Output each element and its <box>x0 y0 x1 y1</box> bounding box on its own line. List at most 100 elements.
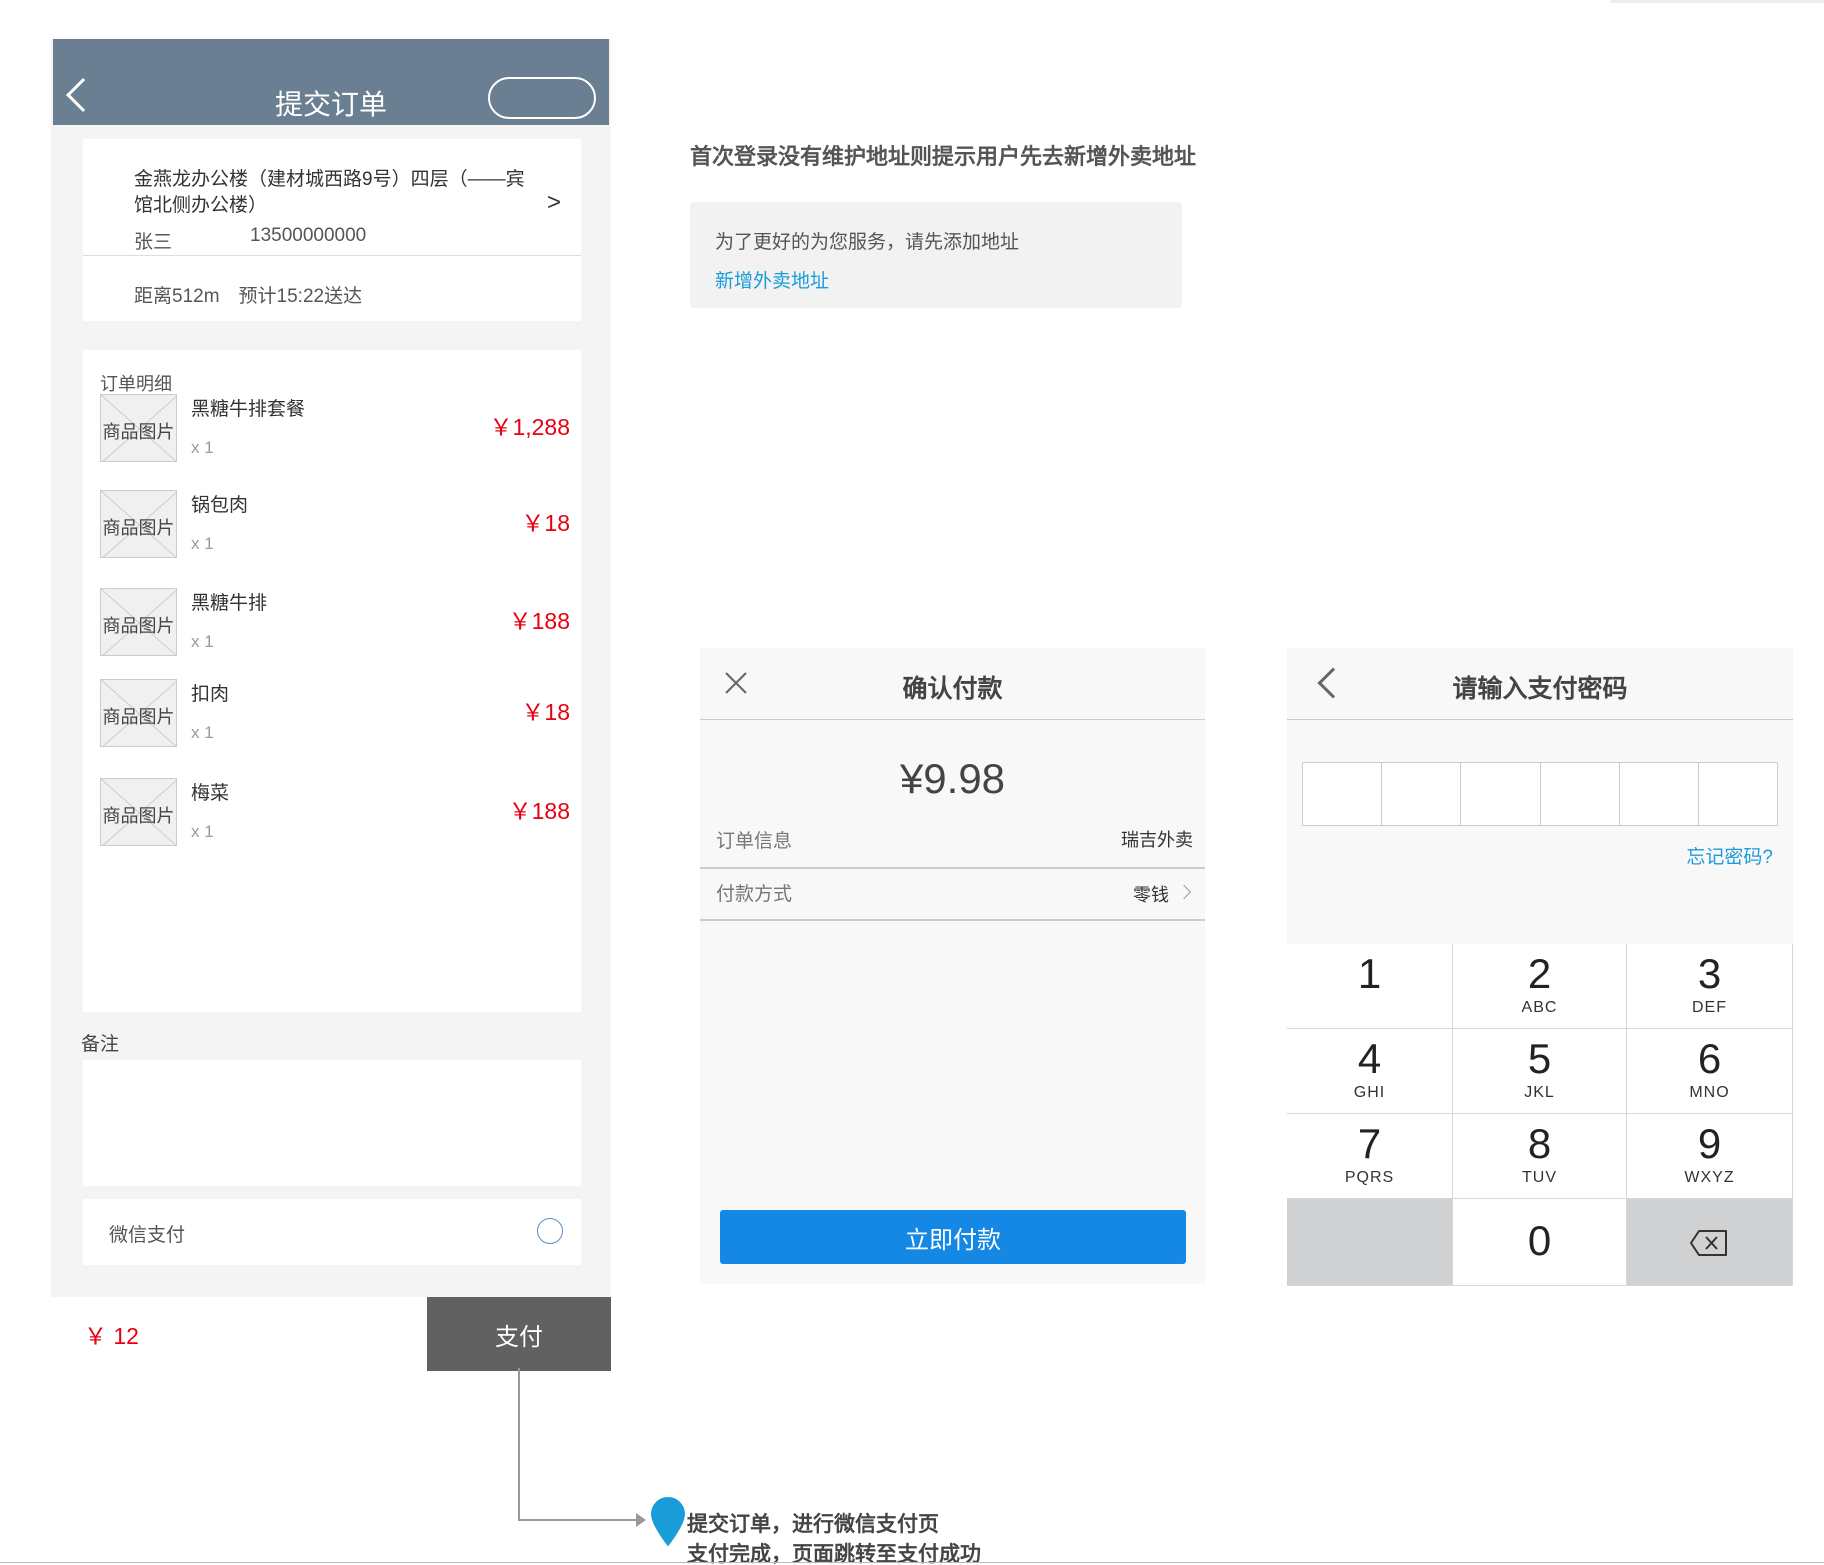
password-input[interactable] <box>1302 762 1778 826</box>
wechat-pay-option[interactable]: 微信支付 <box>83 1199 581 1265</box>
password-digit-box[interactable] <box>1382 763 1462 825</box>
password-digit-box[interactable] <box>1699 763 1777 825</box>
item-price: ￥1,288 <box>489 414 570 440</box>
divider <box>1610 0 1824 3</box>
address-text: 金燕龙办公楼（建材城西路9号）四层（——宾馆北侧办公楼） <box>134 169 525 216</box>
item-name: 梅菜 <box>191 783 230 804</box>
add-address-link[interactable]: 新增外卖地址 <box>715 266 829 293</box>
image-placeholder-label: 商品图片 <box>102 518 175 538</box>
password-digit-box[interactable] <box>1461 763 1541 825</box>
flow-note-line: 提交订单，进行微信支付页 <box>687 1513 939 1536</box>
divider <box>0 1562 1824 1563</box>
item-price: ￥188 <box>508 798 570 824</box>
key-letters: GHI <box>1353 1084 1386 1101</box>
divider <box>700 919 1205 921</box>
keypad-key-6[interactable]: 6 MNO <box>1627 1029 1793 1114</box>
recipient-name: 张三 <box>134 232 173 253</box>
numeric-keypad: 1 2 ABC 3 DEF 4 GHI 5 JKL 6 MNO 7 PQRS 8… <box>1287 944 1793 1286</box>
product-image-placeholder: 商品图片 <box>100 778 177 846</box>
divider <box>83 255 581 256</box>
product-image-placeholder: 商品图片 <box>100 490 177 558</box>
key-digit: 7 <box>1357 1120 1382 1167</box>
keypad-key-5[interactable]: 5 JKL <box>1453 1029 1627 1114</box>
keypad-key-3[interactable]: 3 DEF <box>1627 944 1793 1029</box>
key-letters: ABC <box>1521 999 1558 1016</box>
key-digit: 1 <box>1357 950 1382 997</box>
order-detail-title: 订单明细 <box>100 374 172 394</box>
item-price: ￥18 <box>521 699 570 725</box>
keypad-key-1[interactable]: 1 <box>1287 944 1453 1029</box>
payment-password-screen: 请输入支付密码 忘记密码? 1 2 ABC 3 DEF 4 GHI 5 JKL <box>1287 648 1793 1286</box>
pay-now-button[interactable]: 立即付款 <box>720 1210 1186 1264</box>
key-digit: 5 <box>1527 1035 1552 1082</box>
forgot-password-link[interactable]: 忘记密码? <box>1686 842 1773 869</box>
confirm-payment-title: 确认付款 <box>902 675 1003 703</box>
keypad-key-8[interactable]: 8 TUV <box>1453 1114 1627 1199</box>
order-info-value: 瑞吉外卖 <box>1121 830 1193 850</box>
product-image-placeholder: 商品图片 <box>100 394 177 462</box>
total-amount: ￥ 12 <box>84 1323 139 1349</box>
keypad-key-9[interactable]: 9 WXYZ <box>1627 1114 1793 1199</box>
list-item: 商品图片 锅包肉 x 1 ￥18 <box>100 490 570 560</box>
password-digit-box[interactable] <box>1541 763 1620 825</box>
key-digit: 2 <box>1527 950 1552 997</box>
image-placeholder-label: 商品图片 <box>102 806 175 826</box>
key-digit: 3 <box>1697 950 1722 997</box>
flow-note-line: 支付完成，页面跳转至支付成功 <box>687 1543 981 1565</box>
prompt-text: 为了更好的为您服务，请先添加地址 <box>715 232 1020 253</box>
password-digit-box[interactable] <box>1303 763 1383 825</box>
password-digit-box[interactable] <box>1620 763 1699 825</box>
payment-method-row[interactable]: 付款方式 零钱 <box>700 869 1205 919</box>
item-name: 扣肉 <box>191 684 230 705</box>
annotation-heading: 首次登录没有维护地址则提示用户先去新增外卖地址 <box>690 144 1197 169</box>
keypad-blank-key <box>1287 1199 1453 1286</box>
list-item: 商品图片 黑糖牛排套餐 x 1 ￥1,288 <box>100 394 570 464</box>
item-quantity: x 1 <box>191 822 214 841</box>
item-price: ￥18 <box>521 510 570 536</box>
item-name: 黑糖牛排套餐 <box>191 399 306 420</box>
key-digit: 9 <box>1697 1120 1722 1167</box>
key-digit: 4 <box>1357 1035 1382 1082</box>
add-address-prompt: 为了更好的为您服务，请先添加地址 新增外卖地址 <box>690 202 1182 308</box>
keypad-key-4[interactable]: 4 GHI <box>1287 1029 1453 1114</box>
remark-input[interactable] <box>83 1060 581 1186</box>
recipient-phone: 13500000000 <box>250 225 367 246</box>
password-header: 请输入支付密码 <box>1287 648 1793 720</box>
key-digit: 6 <box>1697 1035 1722 1082</box>
key-letters: MNO <box>1689 1084 1730 1101</box>
order-detail-card: 订单明细 商品图片 黑糖牛排套餐 x 1 ￥1,288 商品图片 锅包肉 x 1… <box>83 350 581 1012</box>
capsule-menu-button[interactable] <box>488 77 596 119</box>
list-item: 商品图片 扣肉 x 1 ￥18 <box>100 679 570 749</box>
keypad-key-0[interactable]: 0 <box>1453 1199 1627 1286</box>
arrow-right-icon <box>636 1513 646 1527</box>
payment-amount: ¥9.98 <box>899 755 1006 802</box>
payment-method-label: 付款方式 <box>716 884 793 905</box>
confirm-payment-screen: 确认付款 ¥9.98 订单信息 瑞吉外卖 付款方式 零钱 立即付款 <box>700 648 1205 1284</box>
image-placeholder-label: 商品图片 <box>102 707 175 727</box>
image-placeholder-label: 商品图片 <box>102 616 175 636</box>
keypad-key-2[interactable]: 2 ABC <box>1453 944 1627 1029</box>
address-card[interactable]: 金燕龙办公楼（建材城西路9号）四层（——宾馆北侧办公楼） > 张三 135000… <box>83 139 581 321</box>
order-info-label: 订单信息 <box>716 831 793 852</box>
product-image-placeholder: 商品图片 <box>100 679 177 747</box>
key-letters: TUV <box>1522 1169 1557 1186</box>
item-quantity: x 1 <box>191 723 214 742</box>
radio-button[interactable] <box>537 1218 563 1244</box>
item-name: 锅包肉 <box>191 495 249 516</box>
password-title: 请输入支付密码 <box>1452 675 1628 703</box>
key-digit: 8 <box>1527 1120 1552 1167</box>
backspace-key[interactable] <box>1627 1199 1793 1286</box>
item-quantity: x 1 <box>191 632 214 651</box>
remark-label: 备注 <box>81 1034 120 1055</box>
submit-order-screen: 提交订单 金燕龙办公楼（建材城西路9号）四层（——宾馆北侧办公楼） > 张三 1… <box>51 39 611 1371</box>
pay-button[interactable]: 支付 <box>427 1297 611 1371</box>
navigation-bar: 提交订单 <box>53 39 609 125</box>
list-item: 商品图片 黑糖牛排 x 1 ￥188 <box>100 588 570 658</box>
flow-connector <box>518 1519 638 1521</box>
checkout-bar: ￥ 12 支付 <box>51 1297 611 1371</box>
item-quantity: x 1 <box>191 438 214 457</box>
chevron-right-icon[interactable]: > <box>547 189 561 217</box>
keypad-key-7[interactable]: 7 PQRS <box>1287 1114 1453 1199</box>
payment-method-value: 零钱 <box>1133 885 1169 905</box>
delivery-eta: 距离512m 预计15:22送达 <box>134 286 363 307</box>
